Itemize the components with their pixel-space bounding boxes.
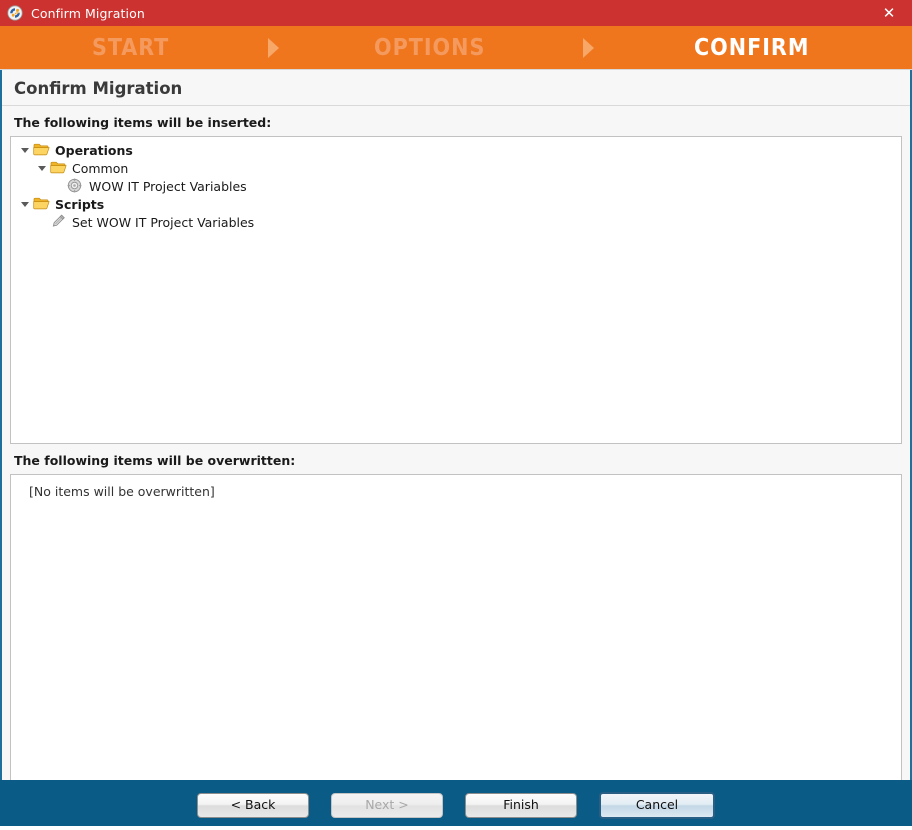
wizard-stepper: START OPTIONS CONFIRM <box>0 26 912 70</box>
tree-spacer <box>34 213 50 231</box>
chevron-down-icon[interactable] <box>17 195 33 213</box>
chevron-down-icon[interactable] <box>34 159 50 177</box>
overwritten-empty-message: [No items will be overwritten] <box>11 475 901 499</box>
step-confirm[interactable]: CONFIRM <box>694 35 809 61</box>
page-title: Confirm Migration <box>2 70 910 106</box>
tree-row[interactable]: WOW IT Project Variables <box>11 177 901 195</box>
folder-open-icon <box>33 196 51 212</box>
step-start[interactable]: START <box>92 35 169 61</box>
inserted-section-label: The following items will be inserted: <box>10 106 902 136</box>
script-icon <box>50 214 68 230</box>
confirm-migration-dialog: Confirm Migration ✕ START OPTIONS CONFIR… <box>0 0 912 830</box>
dialog-footer: < Back Next > Finish Cancel <box>0 780 912 830</box>
finish-button[interactable]: Finish <box>465 793 577 818</box>
chevron-down-icon[interactable] <box>17 141 33 159</box>
tree-item-label: Scripts <box>54 197 104 212</box>
tree-item-label: Common <box>71 161 128 176</box>
tree-row[interactable]: Operations <box>11 141 901 159</box>
window-bottom-edge <box>0 826 912 830</box>
tree-row[interactable]: Scripts <box>11 195 901 213</box>
overwritten-section-label: The following items will be overwritten: <box>10 444 902 474</box>
inserted-items-listbox[interactable]: Operations Common <box>10 136 902 444</box>
tree-row[interactable]: Common <box>11 159 901 177</box>
next-button: Next > <box>331 793 443 818</box>
title-bar: Confirm Migration ✕ <box>0 0 912 26</box>
tree-item-label: WOW IT Project Variables <box>88 179 247 194</box>
folder-open-icon <box>33 142 51 158</box>
overwritten-items-listbox[interactable]: [No items will be overwritten] <box>10 474 902 780</box>
tree-row[interactable]: Set WOW IT Project Variables <box>11 213 901 231</box>
step-options[interactable]: OPTIONS <box>374 35 485 61</box>
chevron-right-icon <box>583 38 594 58</box>
tree-item-label: Set WOW IT Project Variables <box>71 215 254 230</box>
inserted-tree: Operations Common <box>11 137 901 231</box>
close-icon[interactable]: ✕ <box>866 0 912 26</box>
tree-spacer <box>51 177 67 195</box>
chevron-right-icon <box>268 38 279 58</box>
migration-app-icon <box>7 5 23 21</box>
window-title: Confirm Migration <box>31 6 145 21</box>
operation-gear-icon <box>67 178 85 194</box>
dialog-body: Confirm Migration The following items wi… <box>0 70 912 780</box>
back-button[interactable]: < Back <box>197 793 309 818</box>
cancel-button[interactable]: Cancel <box>599 792 715 819</box>
tree-item-label: Operations <box>54 143 133 158</box>
folder-open-icon <box>50 160 68 176</box>
